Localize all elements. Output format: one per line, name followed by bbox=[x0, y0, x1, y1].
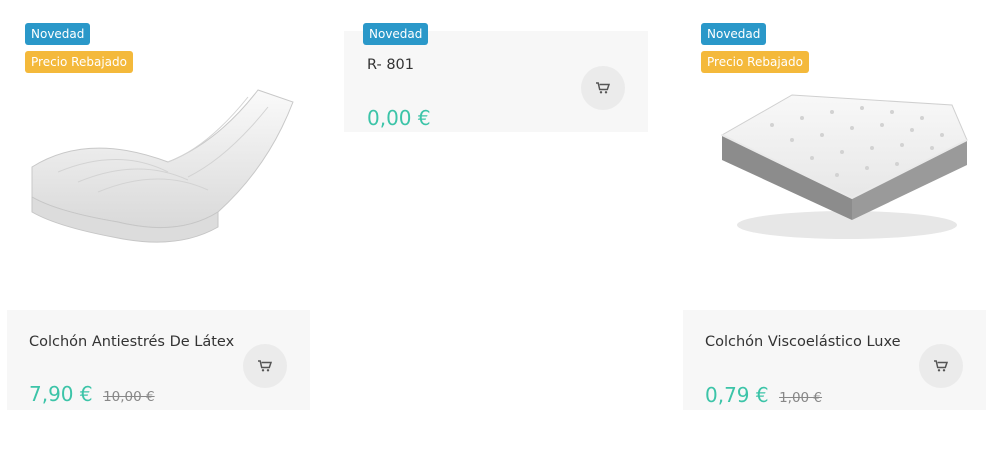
product-info: Colchón Antiestrés De Látex 7,90 € 10,00… bbox=[7, 310, 310, 410]
product-price: 7,90 € bbox=[29, 382, 93, 406]
price-row: 7,90 € 10,00 € bbox=[29, 382, 155, 406]
product-info: R- 801 0,00 € bbox=[344, 31, 648, 132]
product-title[interactable]: R- 801 bbox=[367, 57, 414, 73]
new-badge: Novedad bbox=[363, 23, 429, 45]
product-title[interactable]: Colchón Antiestrés De Látex bbox=[29, 334, 234, 350]
price-row: 0,00 € bbox=[367, 106, 431, 130]
new-badge: Novedad bbox=[25, 23, 91, 45]
shopping-cart-icon bbox=[934, 360, 948, 372]
new-badge: Novedad bbox=[701, 23, 767, 45]
shopping-cart-icon bbox=[596, 82, 610, 94]
shopping-cart-icon bbox=[258, 360, 272, 372]
add-to-cart-button[interactable] bbox=[919, 344, 963, 388]
product-old-price: 1,00 € bbox=[779, 390, 823, 406]
product-title[interactable]: Colchón Viscoelástico Luxe bbox=[705, 334, 901, 350]
product-card: Novedad Precio Rebajado Colchón Antiestr… bbox=[0, 0, 320, 420]
product-image[interactable] bbox=[18, 72, 318, 272]
product-price: 0,79 € bbox=[705, 383, 769, 407]
product-old-price: 10,00 € bbox=[103, 389, 155, 405]
sale-badge: Precio Rebajado bbox=[25, 51, 133, 73]
product-image[interactable] bbox=[702, 80, 982, 260]
product-price: 0,00 € bbox=[367, 106, 431, 130]
add-to-cart-button[interactable] bbox=[581, 66, 625, 110]
add-to-cart-button[interactable] bbox=[243, 344, 287, 388]
sale-badge: Precio Rebajado bbox=[701, 51, 809, 73]
price-row: 0,79 € 1,00 € bbox=[705, 383, 822, 407]
product-card: Novedad Precio Rebajado Colchón Viscoelá… bbox=[680, 0, 1000, 420]
product-info: Colchón Viscoelástico Luxe 0,79 € 1,00 € bbox=[683, 310, 986, 410]
product-card: Novedad R- 801 0,00 € bbox=[340, 0, 660, 420]
